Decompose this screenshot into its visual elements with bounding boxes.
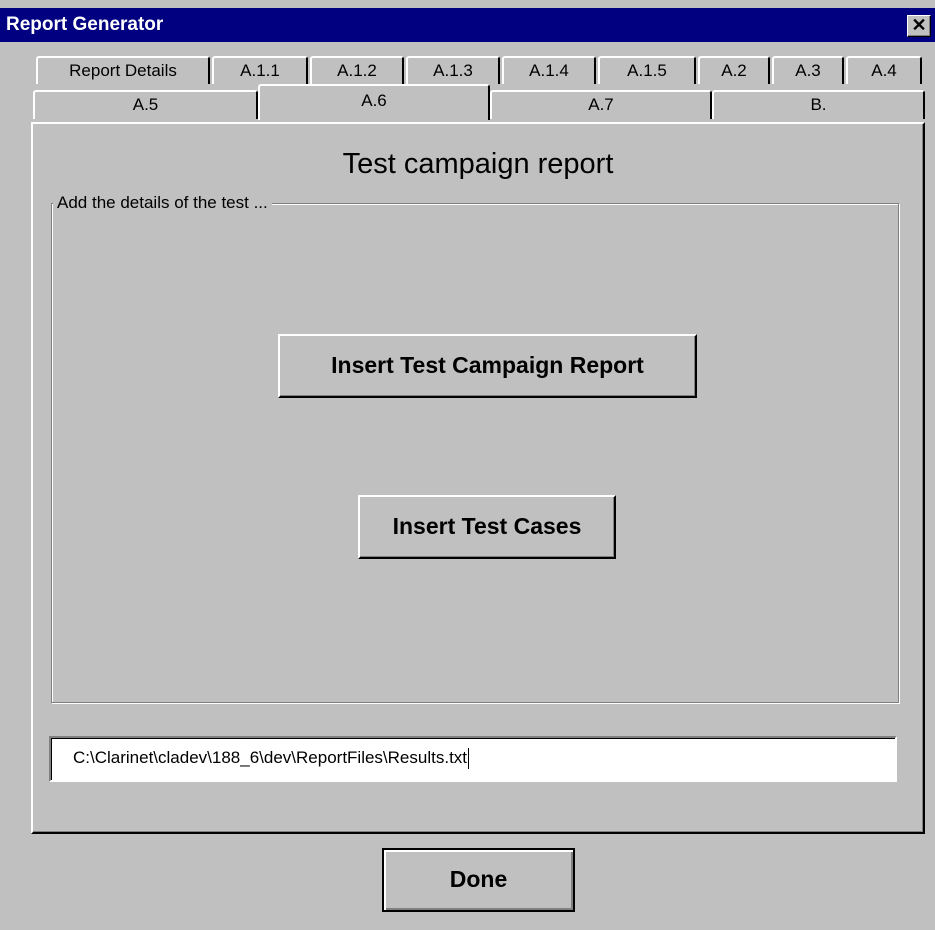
tab-a-4[interactable]: A.4 xyxy=(846,56,922,84)
tab-a-1-4[interactable]: A.1.4 xyxy=(502,56,596,84)
tab-a-1-1[interactable]: A.1.1 xyxy=(212,56,308,84)
done-button[interactable]: Done xyxy=(382,848,575,912)
insert-test-campaign-report-button[interactable]: Insert Test Campaign Report xyxy=(278,334,697,398)
tab-a-1-5[interactable]: A.1.5 xyxy=(598,56,696,84)
results-path-field[interactable]: C:\Clarinet\cladev\188_6\dev\ReportFiles… xyxy=(49,736,897,782)
title-bar[interactable]: Report Generator ✕ xyxy=(0,8,935,42)
insert-test-cases-button[interactable]: Insert Test Cases xyxy=(358,495,616,559)
tab-label: Report Details xyxy=(69,61,177,80)
tab-a-3[interactable]: A.3 xyxy=(772,56,844,84)
page-title: Test campaign report xyxy=(342,148,614,180)
close-icon[interactable]: ✕ xyxy=(907,15,931,37)
text-caret xyxy=(468,748,470,770)
report-generator-window: Report Generator ✕ Report Details A.1.1 … xyxy=(0,0,935,930)
tab-label: A.7 xyxy=(588,95,614,114)
tab-label: A.6 xyxy=(361,91,387,110)
tab-a-1-3[interactable]: A.1.3 xyxy=(406,56,500,84)
tab-a-5[interactable]: A.5 xyxy=(33,90,258,119)
tab-label: A.1.3 xyxy=(433,61,473,80)
tab-a-2[interactable]: A.2 xyxy=(698,56,770,84)
tab-label: A.2 xyxy=(721,61,747,80)
tab-label: A.1.2 xyxy=(337,61,377,80)
window-title: Report Generator xyxy=(6,14,164,35)
tab-b[interactable]: B. xyxy=(712,90,925,119)
results-path-text: C:\Clarinet\cladev\188_6\dev\ReportFiles… xyxy=(73,748,468,767)
tab-label: B. xyxy=(810,95,827,114)
tab-a-7[interactable]: A.7 xyxy=(490,90,712,119)
groupbox-label: Add the details of the test ... xyxy=(53,193,272,213)
tab-label: A.1.1 xyxy=(240,61,280,80)
tab-a-1-2[interactable]: A.1.2 xyxy=(310,56,404,84)
tab-report-details[interactable]: Report Details xyxy=(36,56,210,84)
tab-label: A.3 xyxy=(795,61,821,80)
tab-panel: Test campaign report Add the details of … xyxy=(31,122,925,834)
tab-label: A.5 xyxy=(132,95,159,114)
tab-label: A.1.4 xyxy=(529,61,569,80)
tab-label: A.4 xyxy=(871,61,897,80)
tab-a-6[interactable]: A.6 xyxy=(258,84,490,120)
tab-label: A.1.5 xyxy=(627,61,667,80)
details-groupbox xyxy=(51,203,899,703)
